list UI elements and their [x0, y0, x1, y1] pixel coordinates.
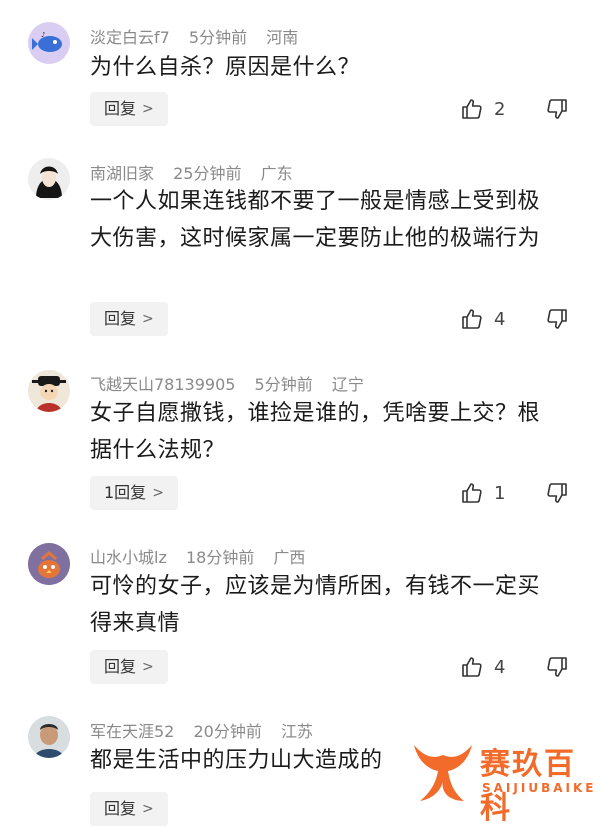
avatar[interactable]: [28, 158, 70, 200]
chevron-right-icon: >: [152, 485, 164, 501]
reply-label: 回复: [104, 657, 137, 676]
woman-portrait-avatar-icon: [28, 158, 70, 200]
reply-label: 回复: [104, 99, 137, 118]
location: 河南: [266, 28, 299, 47]
reply-label: 回复: [104, 799, 137, 818]
like-button[interactable]: 4: [460, 307, 505, 331]
dislike-button[interactable]: [545, 481, 569, 509]
thumbs-down-icon: [547, 309, 567, 329]
reply-label: 回复: [104, 309, 137, 328]
like-count: 2: [494, 98, 506, 120]
dislike-button[interactable]: [545, 97, 569, 125]
comment-text: 女子自愿撒钱，谁捡是谁的，凭啥要上交？根据什么法规？: [90, 401, 541, 463]
location: 广西: [273, 548, 306, 567]
username[interactable]: 军在天涯52: [90, 722, 174, 741]
chevron-right-icon: >: [142, 101, 154, 117]
username[interactable]: 南湖旧家: [90, 164, 154, 183]
like-count: 1: [494, 482, 506, 504]
dislike-button[interactable]: [545, 307, 569, 335]
comment-meta: 南湖旧家 25分钟前 广东: [90, 160, 307, 184]
thumbs-up-icon: [462, 99, 482, 119]
whale-tail-logo-icon: [414, 745, 472, 801]
purple-bird-avatar-icon: [28, 543, 70, 585]
blue-fish-avatar-icon: ♪: [28, 22, 70, 64]
thumbs-up-icon: [462, 483, 482, 503]
location: 辽宁: [331, 375, 364, 394]
timestamp: 5分钟前: [188, 28, 248, 47]
avatar[interactable]: [28, 543, 70, 585]
comment-text: 可怜的女子，应该是为情所困，有钱不一定买得来真情: [90, 574, 541, 636]
svg-text:♪: ♪: [41, 31, 45, 39]
location: 广东: [260, 164, 293, 183]
comment-meta: 飞越天山78139905 5分钟前 辽宁: [90, 371, 378, 395]
comment-meta: 淡定白云f7 5分钟前 河南: [90, 24, 312, 48]
timestamp: 18分钟前: [185, 548, 255, 567]
thumbs-down-icon: [547, 483, 567, 503]
location: 江苏: [280, 722, 313, 741]
reply-button[interactable]: 1回复 >: [90, 476, 178, 510]
like-count: 4: [494, 656, 506, 678]
reply-button[interactable]: 回复 >: [90, 302, 168, 336]
username[interactable]: 山水小城lz: [90, 548, 167, 567]
avatar[interactable]: [28, 370, 70, 412]
chevron-right-icon: >: [142, 659, 154, 675]
dislike-button[interactable]: [545, 655, 569, 683]
watermark-logo: 赛玖百科 SAIJIUBAIKE: [410, 735, 600, 826]
like-button[interactable]: 2: [460, 97, 505, 121]
thumbs-up-icon: [462, 309, 482, 329]
thumbs-down-icon: [547, 657, 567, 677]
timestamp: 25分钟前: [173, 164, 242, 183]
comment-meta: 山水小城lz 18分钟前 广西: [90, 544, 319, 568]
username[interactable]: 淡定白云f7: [90, 28, 170, 47]
chevron-right-icon: >: [142, 311, 154, 327]
comment-text: 为什么自杀？原因是什么？: [90, 55, 361, 80]
timestamp: 5分钟前: [254, 375, 313, 394]
comment-meta: 军在天涯52 20分钟前 江苏: [90, 718, 327, 742]
username[interactable]: 飞越天山78139905: [90, 375, 235, 394]
thumbs-up-icon: [462, 657, 482, 677]
like-button[interactable]: 1: [460, 481, 505, 505]
reply-button[interactable]: 回复 >: [90, 792, 168, 826]
comment-text: 一个人如果连钱都不要了一般是情感上受到极大伤害，这时候家属一定要防止他的极端行为: [90, 189, 541, 251]
avatar[interactable]: [28, 716, 70, 758]
avatar[interactable]: ♪: [28, 22, 70, 64]
reply-button[interactable]: 回复 >: [90, 650, 168, 684]
reply-button[interactable]: 回复 >: [90, 92, 168, 126]
reply-label: 1回复: [104, 483, 147, 502]
man-portrait-avatar-icon: [28, 716, 70, 758]
chevron-right-icon: >: [142, 801, 154, 817]
watermark-subtitle: SAIJIUBAIKE: [482, 781, 597, 795]
timestamp: 20分钟前: [193, 722, 262, 741]
thumbs-down-icon: [547, 99, 567, 119]
like-count: 4: [494, 308, 506, 330]
like-button[interactable]: 4: [460, 655, 505, 679]
cartoon-official-avatar-icon: [28, 370, 70, 412]
